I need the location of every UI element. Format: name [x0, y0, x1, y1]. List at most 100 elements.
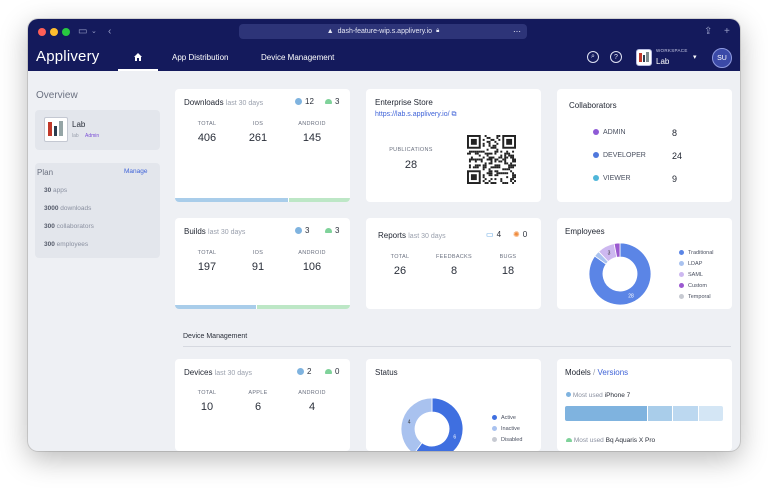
home-icon: [134, 53, 142, 61]
help-icon[interactable]: ?: [610, 51, 622, 63]
workspace-card-slug: lab: [72, 133, 79, 139]
model-segment: [699, 406, 723, 421]
stat-value: 18: [501, 265, 515, 277]
home-tab[interactable]: [118, 45, 158, 71]
device-management-title: Device Management: [183, 333, 248, 340]
reports-period: last 30 days: [408, 233, 446, 240]
downloads-period: last 30 days: [225, 100, 264, 107]
logo[interactable]: Applivery: [36, 48, 100, 65]
close-window-button[interactable]: [38, 28, 46, 36]
workspace-card-name: Lab: [72, 120, 86, 129]
stat-label: ANDROID: [298, 250, 326, 256]
search-icon[interactable]: ⌕: [587, 51, 599, 63]
collaborators-card[interactable]: Collaborators ADMIN 8 DEVELOPER 24 VIEWE…: [557, 89, 732, 202]
devices-card[interactable]: Devices last 30 days 2 0 TOTAL 10 APPLE …: [175, 359, 350, 451]
workspace-thumbnail[interactable]: [636, 49, 652, 66]
enterprise-link[interactable]: https://lab.s.applivery.io/ ⧉: [375, 111, 457, 119]
plan-item: 3000 downloads: [44, 205, 92, 212]
workspace-card[interactable]: Lab lab Admin: [35, 110, 160, 150]
ios-model-bar: [565, 406, 723, 421]
legend-item: Disabled: [492, 435, 522, 446]
chevron-down-icon[interactable]: ⌄: [91, 25, 97, 39]
lock-icon: 🔒︎: [436, 28, 440, 34]
models-card[interactable]: Models / Versions Most used iPhone 7 Mos…: [557, 359, 732, 451]
donut-slice[interactable]: [400, 397, 433, 451]
enterprise-title: Enterprise Store: [375, 98, 433, 107]
apple-icon: [297, 368, 304, 375]
sidebar-toggle-icon[interactable]: ▭: [78, 25, 87, 39]
legend-item: SAML: [679, 270, 713, 281]
builds-card[interactable]: Builds last 30 days 3 3 TOTAL 197 IOS 91…: [175, 218, 350, 309]
plan-item: 30 apps: [44, 187, 68, 194]
back-icon[interactable]: ‹: [108, 25, 111, 39]
minimize-window-button[interactable]: [50, 28, 58, 36]
stat-value: 26: [393, 265, 407, 277]
apple-icon: [295, 98, 302, 105]
builds-period: last 30 days: [208, 229, 246, 236]
workspace-name[interactable]: Lab: [656, 57, 669, 66]
models-title[interactable]: Models: [565, 368, 591, 377]
more-icon[interactable]: ⋯: [513, 27, 521, 36]
reports-card[interactable]: Reports last 30 days ▭ 4 ✺ 0 TOTAL 26 FEED…: [366, 218, 541, 309]
plan-manage-link[interactable]: Manage: [124, 168, 148, 175]
model-segment: [565, 406, 648, 421]
android-icon: [325, 228, 332, 233]
employees-card[interactable]: Employees 3 28 Traditional LDAP SAML Cust…: [557, 218, 732, 309]
address-bar[interactable]: ▲ dash-feature-wip.s.applivery.io 🔒︎ ⋯: [239, 24, 527, 39]
stat-label: ANDROID: [298, 121, 326, 127]
most-used-android: Most used Bq Aquaris X Pro: [566, 437, 655, 444]
stat-label: TOTAL: [390, 254, 410, 260]
collaborator-row-developer: DEVELOPER: [593, 152, 646, 159]
employees-donut-chart[interactable]: 3 28: [588, 242, 652, 306]
qr-code[interactable]: [467, 135, 516, 184]
legend-item: Temporal: [679, 292, 713, 303]
employees-title: Employees: [565, 227, 605, 236]
stat-value: 406: [197, 132, 217, 144]
most-used-ios: Most used iPhone 7: [566, 392, 630, 399]
url-text: dash-feature-wip.s.applivery.io: [337, 28, 433, 35]
collaborator-count: 9: [672, 174, 678, 184]
user-avatar[interactable]: SU: [712, 48, 732, 68]
downloads-title: Downloads: [184, 98, 224, 107]
ios-share-bar: [175, 198, 288, 202]
android-share-bar: [289, 198, 350, 202]
employees-legend: Traditional LDAP SAML Custom Temporal: [679, 248, 713, 303]
status-title: Status: [375, 368, 398, 377]
stat-value: 4: [308, 401, 316, 413]
legend-item: Traditional: [679, 248, 713, 259]
site-icon: ▲: [326, 28, 334, 35]
new-tab-icon[interactable]: +: [724, 25, 730, 39]
status-card[interactable]: Status 46 Active Inactive Disabled: [366, 359, 541, 451]
publications-label: PUBLICATIONS: [389, 147, 433, 153]
stat-label: IOS: [252, 250, 264, 256]
versions-link[interactable]: Versions: [598, 368, 629, 377]
collaborator-row-viewer: VIEWER: [593, 175, 631, 182]
stat-label: TOTAL: [197, 121, 217, 127]
share-icon[interactable]: ⇪: [704, 25, 712, 39]
legend-item: LDAP: [679, 259, 713, 270]
stat-label: FEEDBACKS: [435, 254, 472, 260]
donut-label: 28: [628, 293, 634, 299]
stat-value: 6: [254, 401, 262, 413]
feedback-count: ▭ 4: [486, 230, 502, 239]
status-donut-chart[interactable]: 46: [400, 397, 464, 451]
stat-value: 145: [302, 132, 322, 144]
donut-label: 6: [453, 434, 456, 440]
nav-device-management[interactable]: Device Management: [261, 53, 334, 62]
workspace-card-role: Admin: [85, 133, 100, 139]
collaborators-title: Collaborators: [569, 101, 617, 110]
android-share-bar: [257, 305, 350, 309]
enterprise-store-card[interactable]: Enterprise Store https://lab.s.applivery…: [366, 89, 541, 202]
bug-icon: ✺: [513, 230, 520, 239]
devices-ios-count: 2: [297, 367, 311, 376]
publications-value: 28: [404, 159, 418, 171]
workspace-chevron-icon[interactable]: ▾: [693, 53, 697, 61]
plan-item: 300 collaborators: [44, 223, 94, 230]
section-divider: [183, 346, 731, 347]
collaborator-count: 24: [672, 151, 683, 161]
stat-value: 197: [197, 261, 217, 273]
model-segment: [648, 406, 672, 421]
downloads-card[interactable]: Downloads last 30 days 12 3 TOTAL 406 IO…: [175, 89, 350, 202]
nav-app-distribution[interactable]: App Distribution: [172, 53, 228, 62]
maximize-window-button[interactable]: [62, 28, 70, 36]
